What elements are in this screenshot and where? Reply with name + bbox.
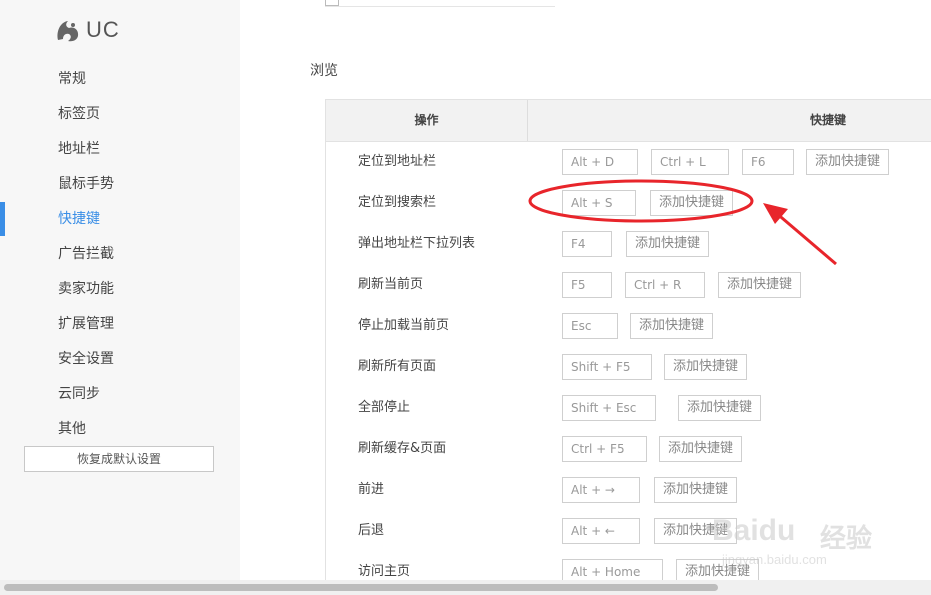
shortcut-key-field[interactable]: F4 bbox=[562, 231, 612, 257]
sidebar-item-2[interactable]: 地址栏 bbox=[58, 139, 100, 159]
shortcut-key-field[interactable]: Shift + F5 bbox=[562, 354, 652, 380]
shortcut-key-field[interactable]: Esc bbox=[562, 313, 618, 339]
sidebar-item-9[interactable]: 云同步 bbox=[58, 384, 100, 404]
sidebar-item-7[interactable]: 扩展管理 bbox=[58, 314, 114, 334]
watermark-suffix: 经验 bbox=[820, 523, 873, 553]
sidebar-item-3[interactable]: 鼠标手势 bbox=[58, 174, 114, 194]
add-shortcut-button[interactable]: 添加快捷键 bbox=[626, 231, 709, 257]
watermark-brand: Baidu bbox=[712, 514, 796, 547]
add-shortcut-button[interactable]: 添加快捷键 bbox=[630, 313, 713, 339]
shortcut-key-field[interactable]: F5 bbox=[562, 272, 612, 298]
baidu-watermark: Baidu 经验 jingyan.baidu.com bbox=[700, 500, 930, 580]
table-row: 全部停止 Shift + Esc 添加快捷键 bbox=[326, 387, 931, 428]
table-header: 操作 快捷键 bbox=[326, 100, 931, 142]
sidebar-item-4[interactable]: 快捷键 bbox=[58, 209, 100, 229]
sidebar-item-1[interactable]: 标签页 bbox=[58, 104, 100, 124]
table-row: 定位到搜索栏 Alt + S 添加快捷键 bbox=[326, 182, 931, 223]
table-row: 弹出地址栏下拉列表 F4 添加快捷键 bbox=[326, 223, 931, 264]
table-row: 定位到地址栏 Alt + D Ctrl + L F6 添加快捷键 bbox=[326, 141, 931, 182]
table-row: 停止加载当前页 Esc 添加快捷键 bbox=[326, 305, 931, 346]
shortcut-key-field[interactable]: F6 bbox=[742, 149, 794, 175]
action-label: 定位到搜索栏 bbox=[358, 195, 437, 210]
sidebar-item-8[interactable]: 安全设置 bbox=[58, 349, 114, 369]
sidebar: UC 常规 标签页 地址栏 鼠标手势 快捷键 广告拦截 卖家功能 扩展管理 安全设置 云同步 其他 … bbox=[0, 0, 240, 580]
shortcut-key-field[interactable]: Ctrl + F5 bbox=[562, 436, 647, 462]
reset-defaults-button[interactable]: 恢复成默认设置 bbox=[24, 446, 214, 472]
shortcut-key-field[interactable]: Alt + → bbox=[562, 477, 640, 503]
table-row: 刷新所有页面 Shift + F5 添加快捷键 bbox=[326, 346, 931, 387]
sidebar-item-10[interactable]: 其他 bbox=[58, 419, 86, 439]
action-label: 刷新缓存&页面 bbox=[358, 441, 447, 456]
section-title: 浏览 bbox=[310, 63, 338, 79]
action-label: 刷新所有页面 bbox=[358, 359, 437, 374]
table-row: 刷新当前页 F5 Ctrl + R 添加快捷键 bbox=[326, 264, 931, 305]
sidebar-item-5[interactable]: 广告拦截 bbox=[58, 244, 114, 264]
action-label: 刷新当前页 bbox=[358, 277, 424, 292]
action-label: 全部停止 bbox=[358, 400, 411, 415]
header-shortcut: 快捷键 bbox=[809, 113, 846, 127]
shortcut-key-field[interactable]: Alt + S bbox=[562, 190, 636, 216]
add-shortcut-button[interactable]: 添加快捷键 bbox=[650, 190, 733, 216]
header-action: 操作 bbox=[414, 113, 439, 127]
add-shortcut-button[interactable]: 添加快捷键 bbox=[664, 354, 747, 380]
action-label: 定位到地址栏 bbox=[358, 154, 437, 169]
add-shortcut-button[interactable]: 添加快捷键 bbox=[806, 149, 889, 175]
action-label: 停止加载当前页 bbox=[358, 318, 450, 333]
uc-squirrel-icon bbox=[57, 21, 79, 42]
shortcut-key-field[interactable]: Alt + D bbox=[562, 149, 638, 175]
checkbox[interactable] bbox=[325, 0, 339, 6]
shortcut-key-field[interactable]: Shift + Esc bbox=[562, 395, 656, 421]
sidebar-item-6[interactable]: 卖家功能 bbox=[58, 279, 114, 299]
uc-logo: UC bbox=[54, 14, 120, 46]
top-checkbox-row bbox=[325, 0, 555, 7]
shortcut-key-field[interactable]: Ctrl + L bbox=[651, 149, 729, 175]
scrollbar-thumb[interactable] bbox=[4, 584, 718, 591]
action-label: 前进 bbox=[358, 482, 385, 497]
action-label: 弹出地址栏下拉列表 bbox=[358, 236, 476, 251]
logo-text: UC bbox=[86, 17, 120, 42]
add-shortcut-button[interactable]: 添加快捷键 bbox=[718, 272, 801, 298]
table-row: 刷新缓存&页面 Ctrl + F5 添加快捷键 bbox=[326, 428, 931, 469]
action-label: 后退 bbox=[358, 523, 385, 538]
watermark-url: jingyan.baidu.com bbox=[722, 552, 827, 567]
shortcut-key-field[interactable]: Ctrl + R bbox=[625, 272, 705, 298]
sidebar-item-0[interactable]: 常规 bbox=[58, 69, 86, 89]
shortcut-key-field[interactable]: Alt + ← bbox=[562, 518, 640, 544]
add-shortcut-button[interactable]: 添加快捷键 bbox=[659, 436, 742, 462]
add-shortcut-button[interactable]: 添加快捷键 bbox=[678, 395, 761, 421]
active-indicator bbox=[0, 202, 5, 236]
